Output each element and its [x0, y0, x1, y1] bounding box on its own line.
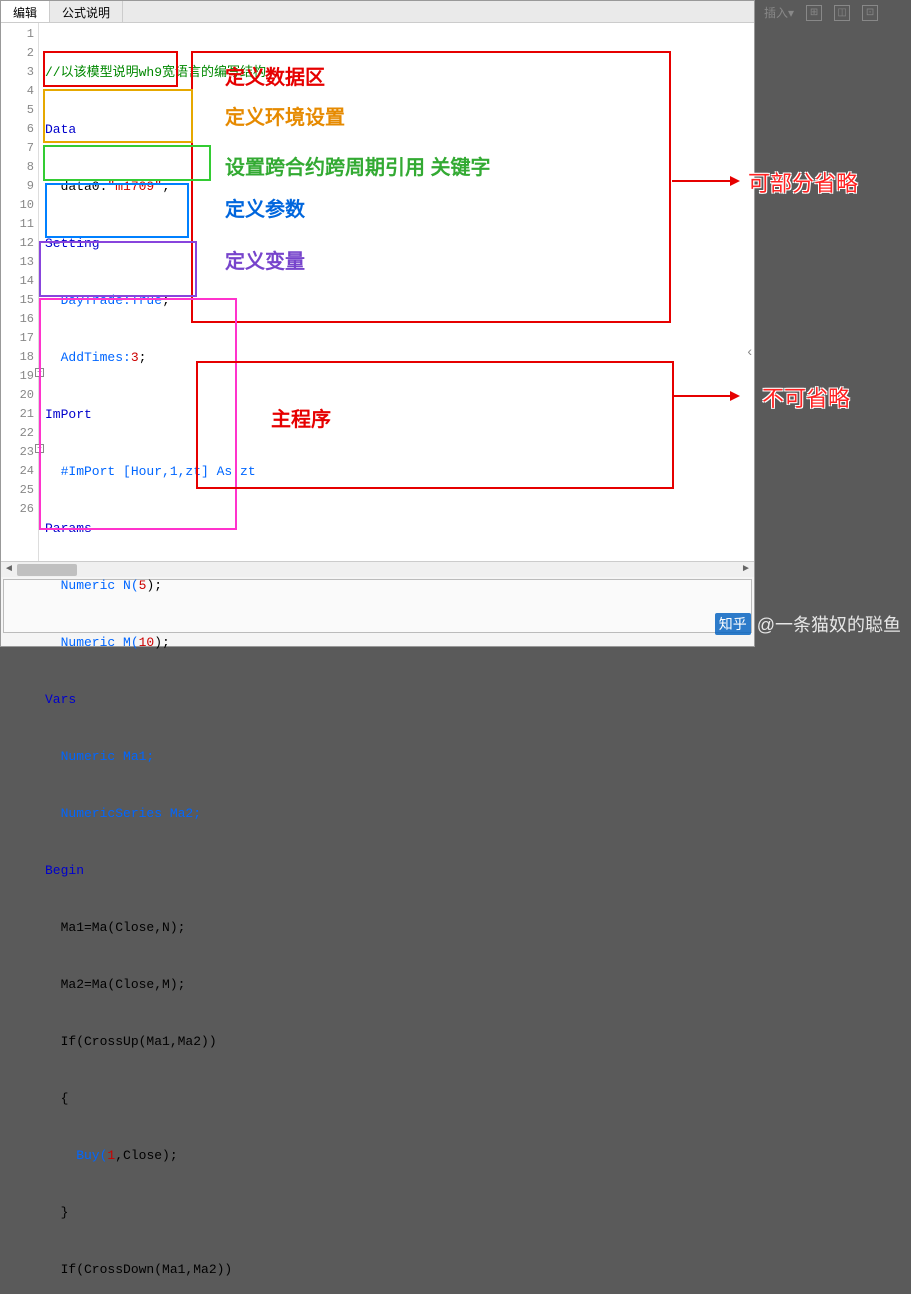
- insert-menu[interactable]: 插入▾: [760, 2, 798, 23]
- image-icon: ◫: [834, 5, 850, 21]
- editor-window: 编辑 公式说明 1 2 3 4 5 6 7 8 9 10 11 12 13 14…: [0, 0, 755, 647]
- zhihu-icon: 知乎: [715, 613, 751, 635]
- label-required: 不可省略: [762, 381, 850, 413]
- scroll-thumb[interactable]: [17, 564, 77, 576]
- horizontal-scrollbar[interactable]: ◄ ►: [1, 561, 754, 577]
- insert-toolbar: 插入▾ ⊞ ◫ ⊡: [760, 2, 882, 23]
- label-optional: 可部分省略: [748, 166, 858, 198]
- toolbar-btn-3[interactable]: ⊡: [858, 2, 882, 23]
- scroll-left-icon[interactable]: ◄: [2, 563, 16, 577]
- chart-icon: ⊞: [806, 5, 822, 21]
- arrow-optional: [672, 180, 732, 182]
- watermark-author: @一条猫奴的聪鱼: [757, 611, 901, 637]
- watermark: 知乎 @一条猫奴的聪鱼: [715, 611, 901, 637]
- line-gutter: 1 2 3 4 5 6 7 8 9 10 11 12 13 14 15 16 1…: [1, 23, 39, 561]
- link-icon: ⊡: [862, 5, 878, 21]
- toolbar-btn-1[interactable]: ⊞: [802, 2, 826, 23]
- code-editor[interactable]: 1 2 3 4 5 6 7 8 9 10 11 12 13 14 15 16 1…: [1, 23, 754, 561]
- tab-bar: 编辑 公式说明: [1, 1, 754, 23]
- scroll-right-icon[interactable]: ‹: [747, 343, 752, 359]
- code-content[interactable]: //以该模型说明wh9宽语言的编写结构 Data data0:"m1709"; …: [39, 23, 754, 561]
- tab-formula[interactable]: 公式说明: [50, 1, 123, 22]
- scroll-right-icon[interactable]: ►: [739, 563, 753, 577]
- arrow-required: [672, 395, 732, 397]
- tab-edit[interactable]: 编辑: [1, 1, 50, 22]
- toolbar-btn-2[interactable]: ◫: [830, 2, 854, 23]
